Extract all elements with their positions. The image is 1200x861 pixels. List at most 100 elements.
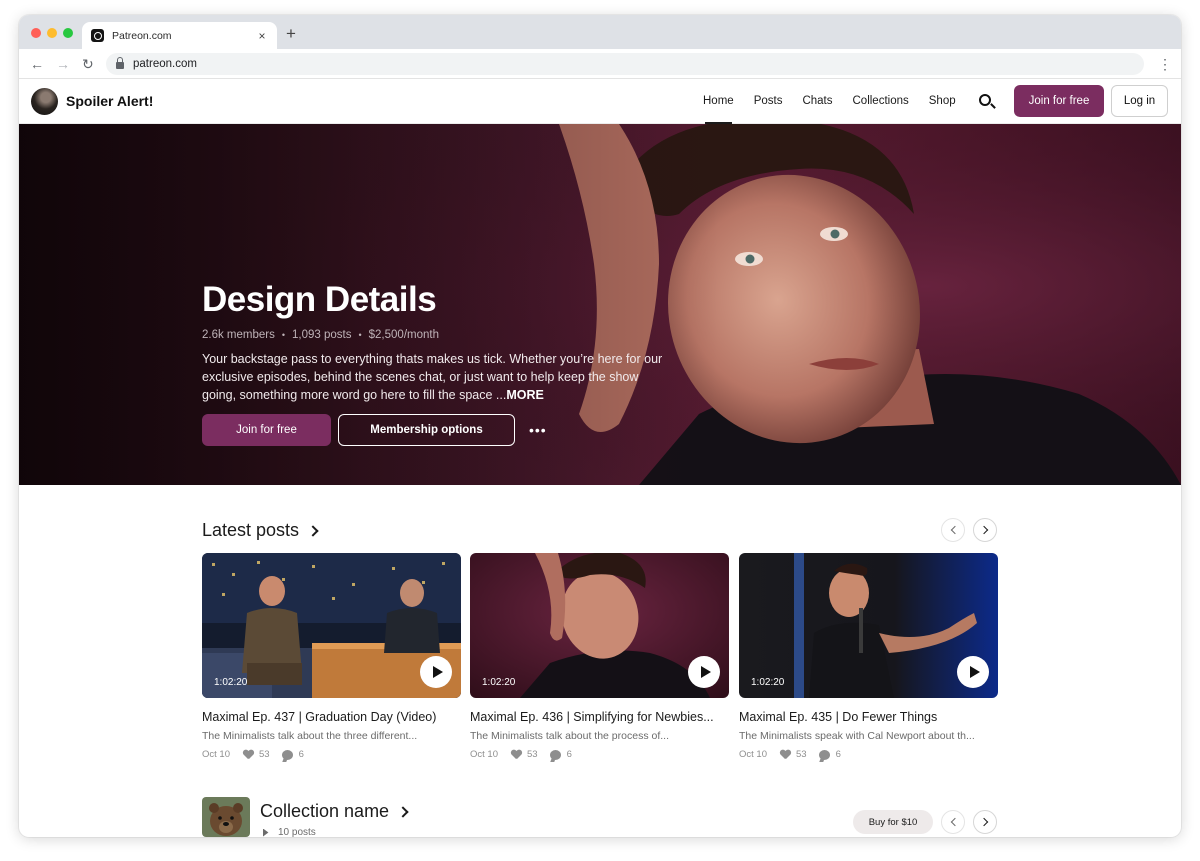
browser-window: Patreon.com × + ← → ↻ patreon.com ⋮ Spoi… xyxy=(19,15,1181,837)
log-in-button[interactable]: Log in xyxy=(1111,85,1168,117)
hero-join-button[interactable]: Join for free xyxy=(202,414,331,446)
nav-shop[interactable]: Shop xyxy=(929,79,956,124)
close-window-button[interactable] xyxy=(31,28,41,38)
chevron-right-icon xyxy=(307,524,319,537)
minimize-window-button[interactable] xyxy=(47,28,57,38)
post-card[interactable]: 1:02:20 Maximal Ep. 437 | Graduation Day… xyxy=(202,553,461,760)
stats-separator: • xyxy=(358,330,362,340)
post-card[interactable]: 1:02:20 Maximal Ep. 436 | Simplifying fo… xyxy=(470,553,729,760)
patreon-favicon-icon xyxy=(91,29,104,42)
collection-next-button[interactable] xyxy=(973,810,997,834)
post-thumbnail[interactable]: 1:02:20 xyxy=(739,553,998,698)
video-duration: 1:02:20 xyxy=(751,677,785,688)
post-description: The Minimalists talk about the process o… xyxy=(470,730,670,742)
video-duration: 1:02:20 xyxy=(482,677,516,688)
back-arrow-icon[interactable]: ← xyxy=(30,56,44,72)
chevron-right-icon xyxy=(979,817,988,827)
nav-chats[interactable]: Chats xyxy=(802,79,832,124)
address-bar: ← → ↻ patreon.com ⋮ xyxy=(19,49,1181,79)
collection-thumbnail[interactable] xyxy=(202,797,250,837)
carousel-prev-button[interactable] xyxy=(941,518,965,542)
post-title[interactable]: Maximal Ep. 437 | Graduation Day (Video) xyxy=(202,710,461,724)
comment-icon[interactable] xyxy=(281,749,293,760)
play-icon[interactable] xyxy=(688,656,720,688)
site-header: Spoiler Alert! Home Posts Chats Collecti… xyxy=(19,79,1181,124)
nav-home[interactable]: Home xyxy=(703,79,734,124)
search-icon[interactable] xyxy=(979,94,991,106)
likes-count: 53 xyxy=(259,749,270,760)
browser-tab[interactable]: Patreon.com × xyxy=(82,22,277,49)
collection-title: Collection name xyxy=(260,801,390,821)
more-link[interactable]: MORE xyxy=(506,388,544,402)
post-thumbnail[interactable]: 1:02:20 xyxy=(202,553,461,698)
carousel-next-button[interactable] xyxy=(973,518,997,542)
browser-menu-icon[interactable]: ⋮ xyxy=(1158,56,1172,72)
creator-avatar[interactable] xyxy=(31,88,58,115)
url-input[interactable]: patreon.com xyxy=(106,53,1144,75)
nav-collections[interactable]: Collections xyxy=(853,79,909,124)
reload-icon[interactable]: ↻ xyxy=(82,56,94,72)
comments-count: 6 xyxy=(566,749,572,760)
page-title: Design Details xyxy=(202,280,437,319)
hero-description-text: Your backstage pass to everything thats … xyxy=(202,352,663,402)
browser-tabstrip: Patreon.com × + xyxy=(19,15,1181,49)
chevron-left-icon xyxy=(950,817,959,827)
collection-meta: 10 posts xyxy=(263,827,316,837)
post-title[interactable]: Maximal Ep. 435 | Do Fewer Things xyxy=(739,710,998,724)
hero-description: Your backstage pass to everything thats … xyxy=(202,350,672,404)
maximize-window-button[interactable] xyxy=(63,28,73,38)
post-date: Oct 10 xyxy=(739,749,767,760)
heart-icon[interactable] xyxy=(780,750,791,760)
post-description: The Minimalists speak with Cal Newport a… xyxy=(739,730,975,742)
latest-posts-header[interactable]: Latest posts xyxy=(202,520,319,541)
join-for-free-button[interactable]: Join for free xyxy=(1014,85,1104,117)
video-duration: 1:02:20 xyxy=(214,677,248,688)
more-options-icon[interactable]: ••• xyxy=(529,422,547,438)
chevron-right-icon xyxy=(979,525,988,535)
heart-icon[interactable] xyxy=(511,750,522,760)
posts-count: 1,093 posts xyxy=(292,329,352,341)
new-tab-button[interactable]: + xyxy=(286,24,296,44)
main-nav: Home Posts Chats Collections Shop xyxy=(703,79,976,124)
members-count: 2.6k members xyxy=(202,329,275,341)
hero-content: Design Details 2.6k members • 1,093 post… xyxy=(202,280,672,404)
bear-image xyxy=(202,797,250,837)
url-text: patreon.com xyxy=(133,58,197,70)
creator-name[interactable]: Spoiler Alert! xyxy=(66,93,153,109)
playlist-icon xyxy=(263,828,269,837)
play-icon[interactable] xyxy=(957,656,989,688)
likes-count: 53 xyxy=(796,749,807,760)
comments-count: 6 xyxy=(298,749,304,760)
likes-count: 53 xyxy=(527,749,538,760)
comment-icon[interactable] xyxy=(818,749,830,760)
comments-count: 6 xyxy=(835,749,841,760)
buy-collection-button[interactable]: Buy for $10 xyxy=(853,810,933,834)
comment-icon[interactable] xyxy=(549,749,561,760)
membership-options-button[interactable]: Membership options xyxy=(338,414,515,446)
hero-banner: Design Details 2.6k members • 1,093 post… xyxy=(19,124,1181,485)
hero-stats: 2.6k members • 1,093 posts • $2,500/mont… xyxy=(202,329,672,341)
post-title[interactable]: Maximal Ep. 436 | Simplifying for Newbie… xyxy=(470,710,729,724)
nav-posts[interactable]: Posts xyxy=(754,79,783,124)
post-description: The Minimalists talk about the three dif… xyxy=(202,730,418,742)
post-date: Oct 10 xyxy=(202,749,230,760)
collection-header[interactable]: Collection name xyxy=(260,801,409,822)
collection-prev-button[interactable] xyxy=(941,810,965,834)
post-card[interactable]: 1:02:20 Maximal Ep. 435 | Do Fewer Thing… xyxy=(739,553,998,760)
post-meta: Oct 10 53 6 xyxy=(739,749,998,760)
tab-title: Patreon.com xyxy=(112,29,172,42)
hero-actions: Join for free Membership options ••• xyxy=(202,414,547,446)
tab-close-icon[interactable]: × xyxy=(256,29,268,43)
lock-icon xyxy=(116,57,124,69)
post-date: Oct 10 xyxy=(470,749,498,760)
heart-icon[interactable] xyxy=(243,750,254,760)
chevron-left-icon xyxy=(950,525,959,535)
post-thumbnail[interactable]: 1:02:20 xyxy=(470,553,729,698)
collection-post-count: 10 posts xyxy=(278,827,316,837)
section-title: Latest posts xyxy=(202,520,300,540)
forward-arrow-icon[interactable]: → xyxy=(56,56,70,72)
post-meta: Oct 10 53 6 xyxy=(202,749,461,760)
play-icon[interactable] xyxy=(420,656,452,688)
chevron-right-icon xyxy=(397,805,409,818)
stats-separator: • xyxy=(281,330,286,340)
